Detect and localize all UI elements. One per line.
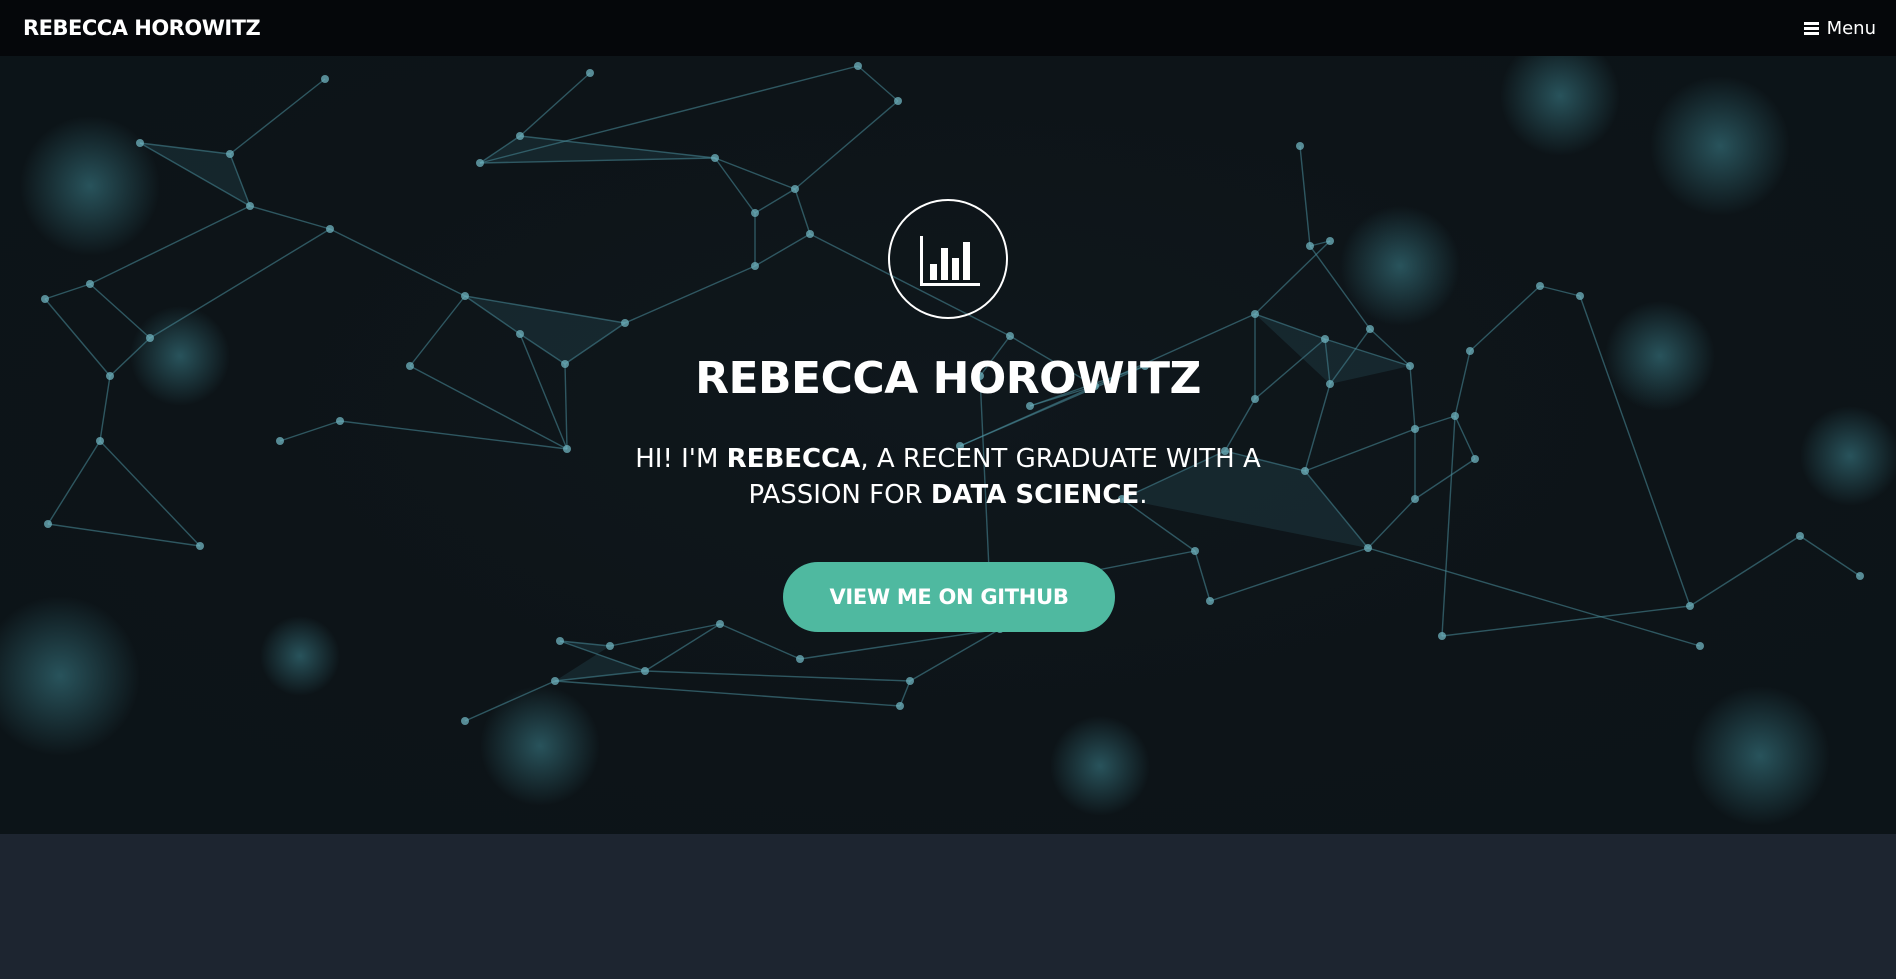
hamburger-icon (1803, 21, 1819, 35)
bar-chart-icon (920, 236, 980, 286)
subtitle-name: Rebecca (726, 444, 861, 474)
github-button[interactable]: VIEW ME ON GITHUB (783, 562, 1115, 632)
menu-label: Menu (1826, 17, 1876, 39)
hero-subtitle: Hi! I'm Rebecca, a recent graduate with … (598, 441, 1298, 513)
subtitle-intro: Hi! I'm (635, 444, 727, 474)
logo-badge (888, 199, 1008, 319)
hero-title: REBECCA HOROWITZ (695, 353, 1201, 404)
menu-button[interactable]: Menu (1803, 17, 1876, 39)
brand-link[interactable]: REBECCA HOROWITZ (23, 16, 261, 40)
hero-content: REBECCA HOROWITZ Hi! I'm Rebecca, a rece… (0, 56, 1896, 834)
subtitle-focus: Data Science (930, 480, 1140, 510)
subtitle-end: . (1139, 480, 1148, 510)
lower-section (0, 834, 1896, 979)
navbar: REBECCA HOROWITZ Menu (0, 0, 1896, 56)
hero-section: REBECCA HOROWITZ Hi! I'm Rebecca, a rece… (0, 56, 1896, 834)
